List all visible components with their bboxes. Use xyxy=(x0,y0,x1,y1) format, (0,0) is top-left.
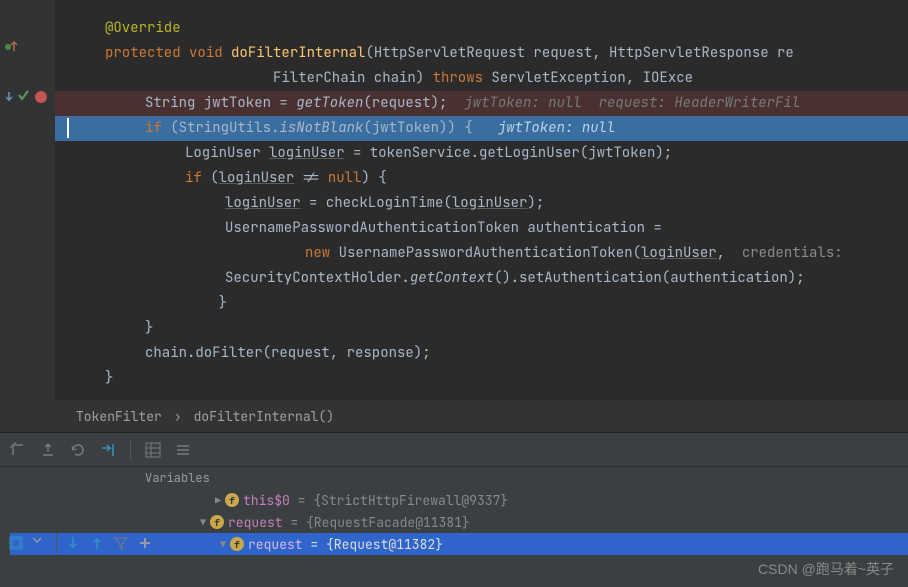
step-up-icon[interactable] xyxy=(89,535,105,551)
separator xyxy=(56,533,57,553)
dropdown-icon[interactable] xyxy=(32,535,48,551)
debug-left-toolbar xyxy=(0,508,165,578)
refresh-icon[interactable] xyxy=(70,442,86,458)
collapse-icon[interactable]: ▼ xyxy=(200,516,206,529)
add-icon[interactable] xyxy=(137,535,153,551)
vcs-modified-icon xyxy=(4,40,18,54)
code-content[interactable]: @Override protected void doFilterInterna… xyxy=(55,0,908,400)
checkmark-icon xyxy=(18,90,32,104)
field-badge-icon: f xyxy=(225,493,239,507)
variables-tab[interactable]: Variables xyxy=(0,467,908,489)
step-down-icon[interactable] xyxy=(65,535,81,551)
collapse-icon[interactable]: ▼ xyxy=(220,538,226,551)
editor-gutter xyxy=(0,0,55,400)
current-execution-line: if (StringUtils.isNotBlank(jwtToken)) { … xyxy=(55,116,908,141)
expand-icon[interactable]: ▶ xyxy=(215,494,221,507)
list-icon[interactable] xyxy=(175,442,191,458)
step-icon[interactable] xyxy=(100,442,116,458)
breadcrumb-separator: › xyxy=(168,408,188,425)
grid-icon[interactable] xyxy=(145,442,161,458)
frames-icon[interactable] xyxy=(8,535,24,551)
annotation: @Override xyxy=(105,19,181,37)
filter-icon[interactable] xyxy=(113,535,129,551)
export-icon[interactable] xyxy=(40,442,56,458)
param-hint: credentials: xyxy=(742,244,843,262)
inline-hint: jwtToken: null xyxy=(498,119,616,137)
field-badge-icon: f xyxy=(210,515,224,529)
breadcrumb-method[interactable]: doFilterInternal() xyxy=(188,408,340,425)
inline-hint: jwtToken: null request: HeaderWriterFil xyxy=(464,94,800,112)
breadcrumb-class[interactable]: TokenFilter xyxy=(70,408,168,425)
restore-layout-icon[interactable] xyxy=(10,442,26,458)
watermark: CSDN @跑马着~英子 xyxy=(758,559,894,579)
breakpoint-icon[interactable] xyxy=(34,90,48,104)
breadcrumb[interactable]: TokenFilter › doFilterInternal() xyxy=(0,400,908,432)
cursor xyxy=(67,118,69,138)
debug-toolbar xyxy=(0,433,908,467)
field-badge-icon: f xyxy=(230,537,244,551)
code-editor[interactable]: @Override protected void doFilterInterna… xyxy=(0,0,908,400)
separator xyxy=(130,440,131,460)
